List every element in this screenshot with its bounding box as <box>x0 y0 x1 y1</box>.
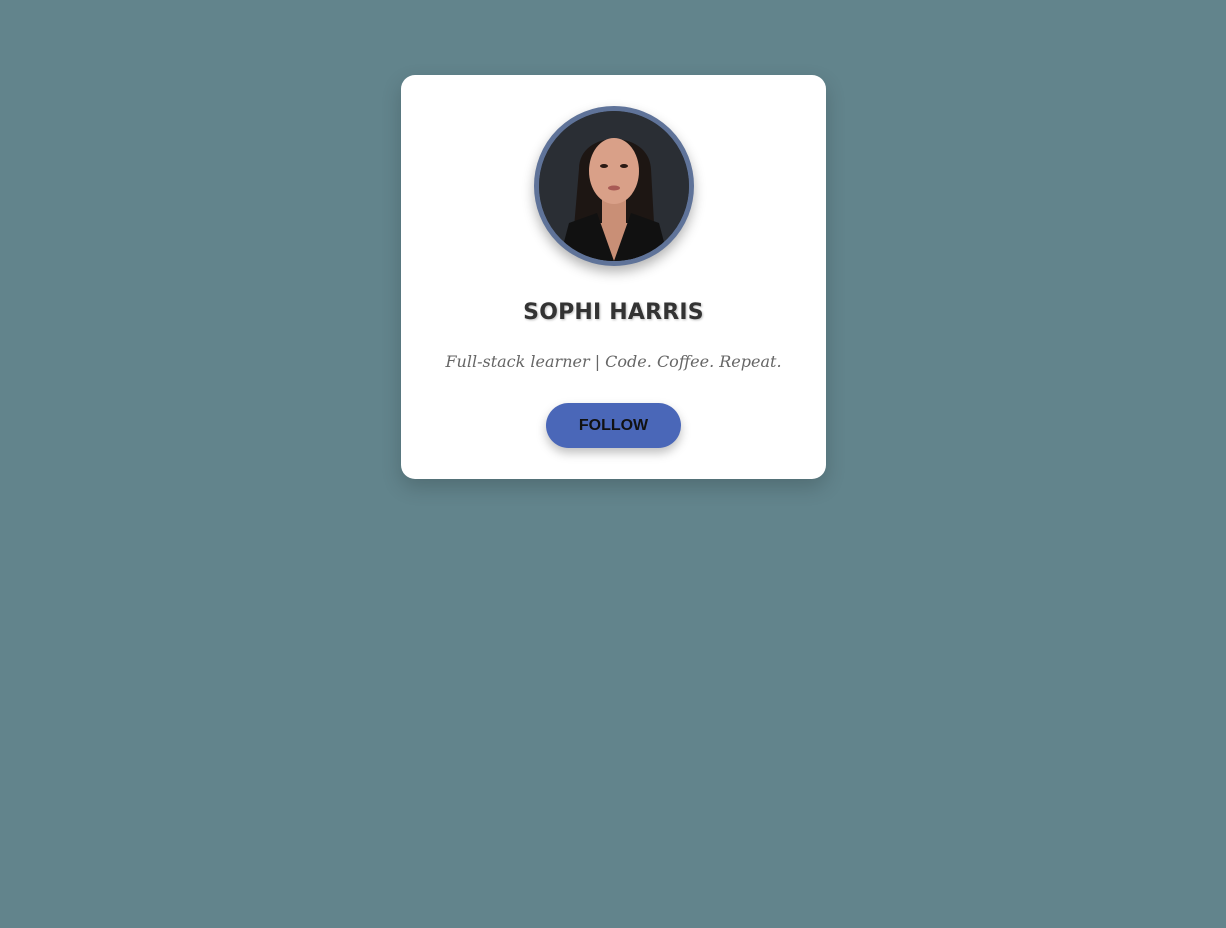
follow-button[interactable]: FOLLOW <box>546 403 681 448</box>
profile-card: SOPHI HARRIS Full-stack learner | Code. … <box>401 75 826 479</box>
avatar-photo <box>539 111 689 261</box>
avatar <box>534 106 694 266</box>
profile-bio: Full-stack learner | Code. Coffee. Repea… <box>445 352 782 371</box>
profile-name: SOPHI HARRIS <box>523 300 704 325</box>
